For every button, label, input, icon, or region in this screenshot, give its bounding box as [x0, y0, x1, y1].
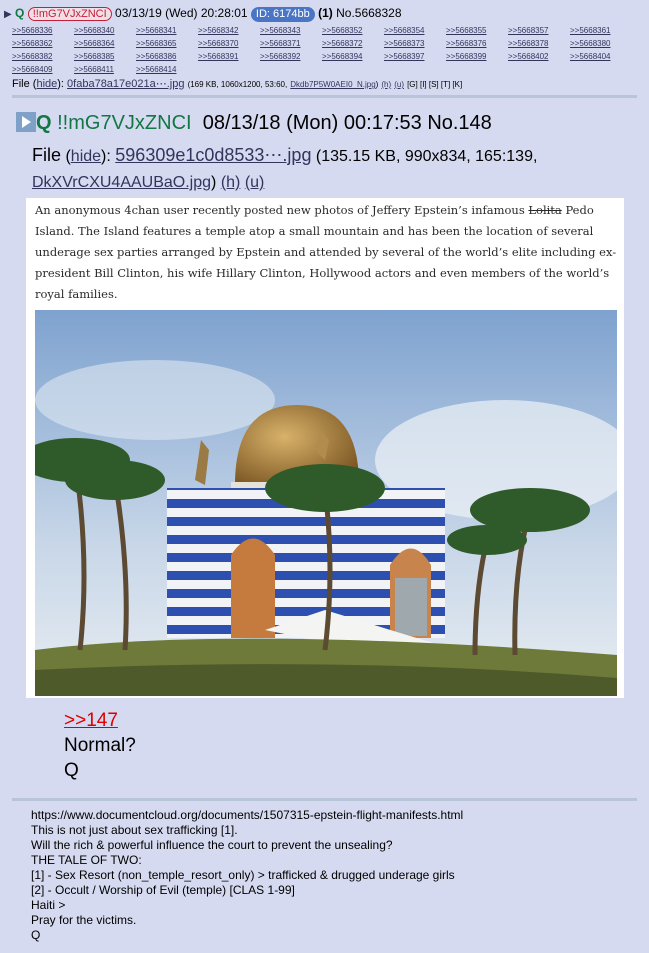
divider	[12, 95, 637, 98]
backlink[interactable]: >>5668376	[446, 37, 508, 50]
message-url: https://www.documentcloud.org/documents/…	[31, 808, 464, 822]
backlink[interactable]: >>5668411	[74, 63, 136, 76]
backlink[interactable]: >>5668361	[570, 24, 632, 37]
backlink[interactable]: >>5668370	[198, 37, 260, 50]
backlink[interactable]: >>5668355	[446, 24, 508, 37]
hide-link[interactable]: hide	[36, 78, 57, 90]
backlink[interactable]: >>5668371	[260, 37, 322, 50]
file-info: File (hide): 0faba78a17e021a⋯.jpg (169 K…	[12, 78, 463, 90]
q-label: Q	[15, 6, 25, 20]
backlink[interactable]: >>5668386	[136, 50, 198, 63]
backlink[interactable]: >>5668380	[570, 37, 632, 50]
backlink[interactable]: >>5668372	[322, 37, 384, 50]
backlink[interactable]: >>5668362	[12, 37, 74, 50]
post-number[interactable]: No.5668328	[336, 6, 401, 20]
backlink[interactable]: >>5668364	[74, 37, 136, 50]
id-badge[interactable]: ID: 6174bb	[250, 7, 315, 22]
backlink[interactable]: >>5668397	[384, 50, 446, 63]
image-search-links[interactable]: [G] [I] [S] [T] [K]	[407, 80, 462, 89]
backlinks: >>5668336 >>5668340 >>5668341 >>5668342 >>56…	[12, 24, 637, 76]
reply-line-2: Q	[64, 760, 79, 781]
backlink[interactable]: >>5668394	[322, 50, 384, 63]
tripcode: !!mG7VJxZNCI	[27, 7, 112, 21]
message-line: This is not just about sex trafficking […	[31, 823, 238, 837]
post-message: https://www.documentcloud.org/documents/…	[31, 808, 463, 943]
inner-hide-link: hide	[70, 148, 102, 165]
backlink[interactable]: >>5668392	[260, 50, 322, 63]
backlink[interactable]: >>5668378	[508, 37, 570, 50]
message-line: Pray for the victims.	[31, 913, 137, 927]
backlink[interactable]: >>5668342	[198, 24, 260, 37]
file-meta-end: )	[375, 80, 379, 89]
article-text: An anonymous 4chan user recently posted …	[35, 203, 617, 301]
inner-h-link: (h)	[220, 174, 241, 191]
backlink[interactable]: >>5668385	[74, 50, 136, 63]
backlink[interactable]: >>5668409	[12, 63, 74, 76]
message-line: THE TALE OF TWO:	[31, 853, 142, 867]
inner-file-meta: (135.15 KB, 990x834, 165:139,	[315, 148, 538, 165]
inner-file-info: File (hide): 596309e1c0d8533⋯.jpg (135.1…	[32, 145, 538, 191]
post-count: (1)	[318, 6, 333, 20]
backlink[interactable]: >>5668404	[570, 50, 632, 63]
backlink[interactable]: >>5668352	[322, 24, 384, 37]
inner-q-label: Q	[36, 112, 52, 134]
reply-line-1: Normal?	[64, 735, 136, 756]
inner-file-orig: DkXVrCXU4AAUBaO.jpg	[32, 174, 212, 191]
post-header: ▶ Q !!mG7VJxZNCI 03/13/19 (Wed) 20:28:01…	[4, 6, 644, 22]
inner-datetime: 08/13/18 (Mon) 00:17:53	[202, 112, 422, 134]
reply-quote-link: >>147	[64, 710, 118, 731]
inner-reply: >>147 Normal? Q	[64, 708, 136, 783]
inner-file-label: File	[32, 145, 62, 165]
h-link[interactable]: (h)	[381, 80, 391, 89]
file-orig-link[interactable]: Dkdb7P5W0AEI0_N.jpg	[290, 80, 375, 89]
message-line: Haiti >	[31, 898, 66, 912]
backlink[interactable]: >>5668365	[136, 37, 198, 50]
expand-arrow-icon[interactable]: ▶	[4, 9, 12, 20]
island-temple-photo	[35, 310, 617, 696]
backlink[interactable]: >>5668391	[198, 50, 260, 63]
backlink[interactable]: >>5668399	[446, 50, 508, 63]
struck-word: Lolita	[528, 203, 562, 217]
post-datetime: 03/13/19 (Wed) 20:28:01	[115, 6, 248, 20]
file-link[interactable]: 0faba78a17e021a⋯.jpg	[67, 78, 184, 90]
article-image[interactable]: An anonymous 4chan user recently posted …	[26, 198, 624, 698]
backlink[interactable]: >>5668340	[74, 24, 136, 37]
divider-bottom	[12, 798, 637, 801]
message-line: [1] - Sex Resort (non_temple_resort_only…	[31, 868, 455, 882]
play-icon	[16, 112, 36, 132]
backlink[interactable]: >>5668414	[136, 63, 198, 76]
file-label: File	[12, 78, 30, 90]
message-line: Q	[31, 928, 41, 942]
inner-tripcode: !!mG7VJxZNCI	[57, 112, 192, 134]
u-link[interactable]: (u)	[394, 80, 404, 89]
message-line: [2] - Occult / Worship of Evil (temple) …	[31, 883, 295, 897]
backlink[interactable]: >>5668402	[508, 50, 570, 63]
backlink[interactable]: >>5668343	[260, 24, 322, 37]
backlink[interactable]: >>5668336	[12, 24, 74, 37]
backlink[interactable]: >>5668357	[508, 24, 570, 37]
inner-u-link: (u)	[244, 174, 265, 191]
backlink[interactable]: >>5668382	[12, 50, 74, 63]
message-line: Will the rich & powerful influence the c…	[31, 838, 393, 852]
inner-post-header: Q !!mG7VJxZNCI 08/13/18 (Mon) 00:17:53 N…	[16, 112, 492, 135]
inner-file-link: 596309e1c0d8533⋯.jpg	[115, 145, 312, 165]
backlink[interactable]: >>5668341	[136, 24, 198, 37]
inner-post-number: No.148	[427, 112, 492, 134]
backlink[interactable]: >>5668354	[384, 24, 446, 37]
backlink[interactable]: >>5668373	[384, 37, 446, 50]
file-meta: (169 KB, 1060x1200, 53:60,	[187, 80, 288, 89]
